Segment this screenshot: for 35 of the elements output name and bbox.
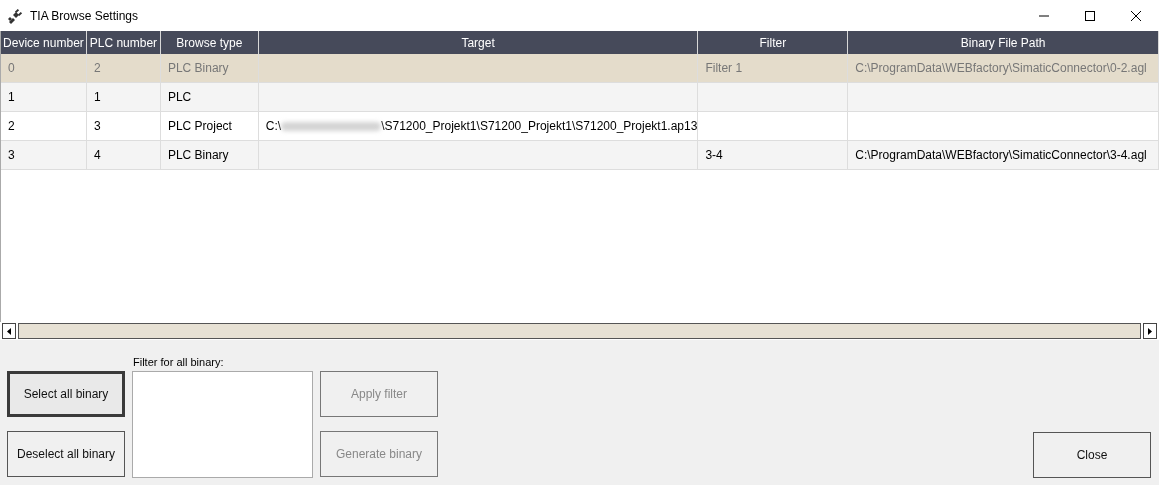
scroll-left-button[interactable] <box>2 323 16 339</box>
table-cell: Filter 1 <box>705 61 743 75</box>
window-title: TIA Browse Settings <box>30 8 139 23</box>
field-label: Filter for all binary: <box>132 355 225 370</box>
table-cell: C:\ProgramData\WEBfactory\SimaticConnector\3-4.agl <box>855 148 1147 162</box>
table-cell: PLC Binary <box>167 61 229 75</box>
right-arrow-icon <box>1148 327 1152 335</box>
table-cell: 2 <box>93 61 101 75</box>
table-cell: PLC <box>167 90 192 104</box>
table-cell: 2 <box>8 119 15 133</box>
table-row[interactable]: 2 3 PLC Project C:\ \S71200_Projekt1\S71200_Projekt1\S71200_Projekt1.ap13 <box>1 112 1159 141</box>
table-cell: 3-4 <box>705 148 723 162</box>
table-cell: C:\ProgramData\WEBfactory\SimaticConnector\0-2.agl <box>855 61 1147 75</box>
table-row[interactable]: 3 4 PLC Binary 3-4 C:\ProgramData\WEBfactory\SimaticConnector\3-4.agl <box>1 141 1159 170</box>
table-cell: PLC Project <box>167 119 232 133</box>
plug-icon <box>7 7 23 24</box>
table-cell: C:\ <box>265 119 282 133</box>
table-cell: \S71200_Projekt1\S71200_Projekt1\S71200_Projekt1.ap13 <box>381 119 698 133</box>
table-cell: 0 <box>8 61 15 75</box>
scroll-right-button[interactable] <box>1143 323 1157 339</box>
table-cell: 3 <box>8 148 15 162</box>
binary-button[interactable]: Select all binary <box>7 371 125 417</box>
maximize-icon[interactable] <box>1084 9 1096 22</box>
scrollbar-thumb[interactable] <box>18 323 1141 339</box>
binary-button[interactable]: Deselect all binary <box>7 431 125 477</box>
table-cell: 4 <box>93 148 101 162</box>
table-cell: 1 <box>8 90 15 104</box>
table-cell: 3 <box>93 119 101 133</box>
close-icon[interactable] <box>1130 9 1142 22</box>
table-row[interactable]: 1 1 PLC <box>1 83 1159 112</box>
table-cell: 1 <box>93 90 101 104</box>
close-button[interactable]: Close <box>1033 432 1151 478</box>
table-cell: PLC Binary <box>167 148 229 162</box>
left-arrow-icon <box>7 327 11 335</box>
filter-field[interactable] <box>132 371 313 478</box>
